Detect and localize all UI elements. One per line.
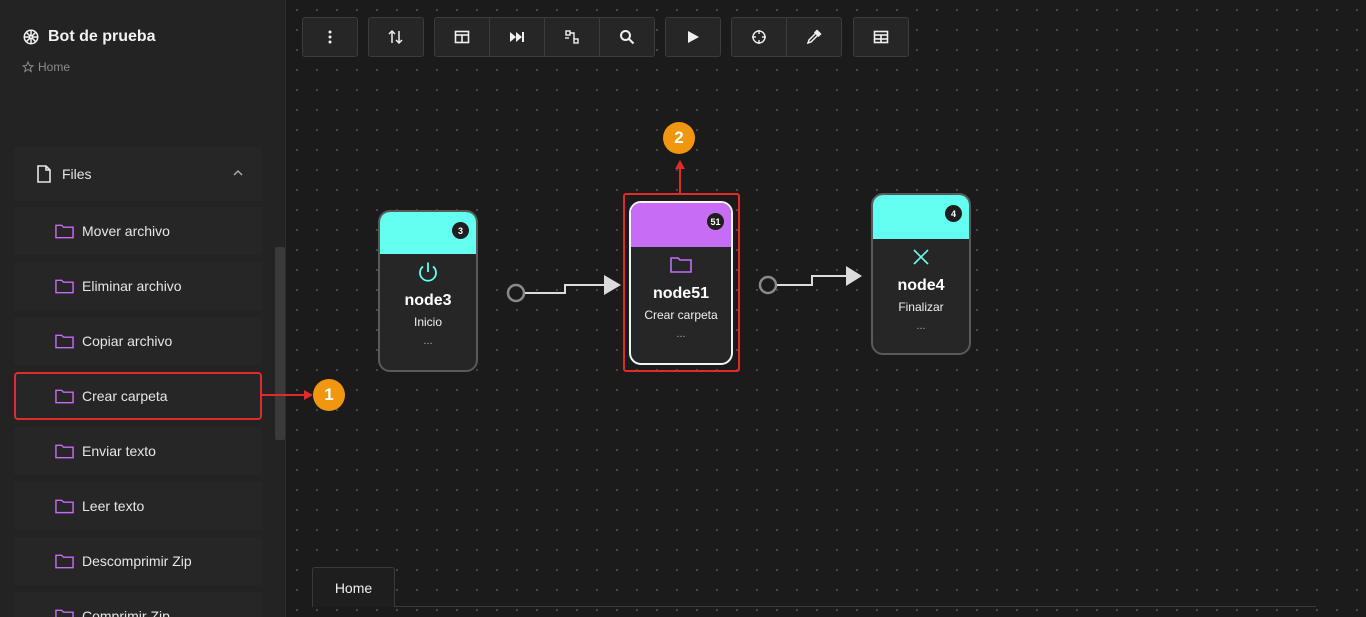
tab-home[interactable]: Home [312,567,395,607]
sidebar-item-enviar-texto[interactable]: Enviar texto [14,427,262,475]
sidebar-item-copiar-archivo[interactable]: Copiar archivo [14,317,262,365]
run-button[interactable] [665,17,721,57]
sidebar-item-comprimir-zip[interactable]: Comprimir Zip [14,592,262,617]
flow-node-node51[interactable]: 51 node51 Crear carpeta ... [629,201,733,365]
sidebar-item-label: Enviar texto [82,443,156,459]
table-icon [873,30,889,44]
node-name: node4 [897,277,945,294]
sidebar-item-label: Comprimir Zip [82,608,170,617]
more-vertical-icon [328,30,332,44]
skip-forward-button[interactable] [489,17,545,57]
target-button[interactable] [731,17,787,57]
node-name: node51 [652,285,709,302]
tab-strip-divider [395,606,1316,607]
search-button[interactable] [599,17,655,57]
file-icon [37,165,51,183]
folder-icon [55,224,74,239]
eyedropper-icon [806,29,822,45]
node-badge: 51 [707,213,724,230]
flow-layout-button[interactable] [544,17,600,57]
folder-icon [670,257,692,273]
close-icon [913,249,929,265]
eyedropper-button[interactable] [786,17,842,57]
node-name: node3 [404,292,452,309]
sidebar-item-label: Descomprimir Zip [82,553,192,569]
node-more: ... [676,328,686,340]
folder-icon [55,554,74,569]
sidebar-item-crear-carpeta[interactable]: Crear carpeta [14,372,262,420]
sidebar-item-label: Crear carpeta [82,388,168,404]
breadcrumb[interactable]: Home [22,60,70,74]
annotation-marker-1: 1 [313,379,345,411]
files-section-header[interactable]: Files [14,147,262,201]
sidebar-item-descomprimir-zip[interactable]: Descomprimir Zip [14,537,262,585]
search-icon [620,30,635,45]
flow-node-node4[interactable]: 4 node4 Finalizar ... [871,193,971,355]
node-subtitle: Crear carpeta [644,308,718,322]
sidebar-item-label: Leer texto [82,498,145,514]
folder-icon [55,609,74,617]
sidebar-item-mover-archivo[interactable]: Mover archivo [14,207,262,255]
bot-title-text: Bot de prueba [48,28,156,45]
node-more: ... [916,320,926,332]
sidebar-item-leer-texto[interactable]: Leer texto [14,482,262,530]
sidebar-item-label: Eliminar archivo [82,278,182,294]
node-subtitle: Inicio [413,315,442,329]
wheel-icon [23,29,39,45]
columns-button[interactable] [434,17,490,57]
play-icon [688,31,699,43]
flow-icon [565,30,579,44]
annotation-marker-2: 2 [663,122,695,154]
flow-node-node3[interactable]: 3 node3 Inicio ... [378,210,478,372]
sort-icon [388,29,403,45]
node-more: ... [423,335,433,347]
node-badge: 3 [452,222,469,239]
sidebar-item-label: Mover archivo [82,223,170,239]
sidebar-scrollbar[interactable] [275,247,285,440]
power-icon [419,262,437,282]
more-menu-button[interactable] [302,17,358,57]
sidebar-item-label: Copiar archivo [82,333,173,349]
bot-title: Bot de prueba [22,28,156,46]
breadcrumb-home[interactable]: Home [38,60,70,74]
sort-button[interactable] [368,17,424,57]
files-section-label: Files [62,166,92,182]
star-icon [22,61,34,73]
node-badge: 4 [945,205,962,222]
sidebar: Bot de prueba Home Files Mover archivo E… [0,0,286,617]
folder-icon [55,499,74,514]
sidebar-item-eliminar-archivo[interactable]: Eliminar archivo [14,262,262,310]
folder-icon [55,279,74,294]
table-button[interactable] [853,17,909,57]
crosshair-icon [752,30,766,44]
node-subtitle: Finalizar [898,300,944,314]
columns-icon [454,30,470,44]
skip-forward-icon [510,32,524,42]
chevron-up-icon[interactable] [232,167,244,179]
folder-icon [55,334,74,349]
folder-icon [55,444,74,459]
folder-icon [55,389,74,404]
